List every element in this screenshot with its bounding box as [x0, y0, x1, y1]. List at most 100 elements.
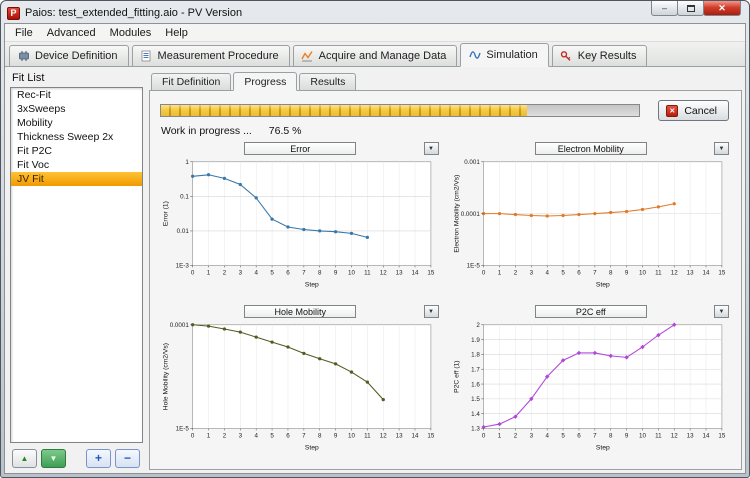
main-tab-strip: Device Definition Measurement Procedure Ac…: [5, 42, 745, 67]
chart-block-error: Error ▼ 0 1 2 3 4 5 6 7 8 9 10 11 12 13 14 15 1 0.1 0.01 1E-3…: [160, 141, 441, 300]
cancel-label: Cancel: [684, 104, 717, 117]
procedure-icon: [140, 50, 153, 63]
key-results-icon: [560, 50, 573, 63]
svg-text:1: 1: [497, 270, 501, 277]
svg-text:2: 2: [223, 270, 227, 277]
svg-text:13: 13: [686, 433, 693, 440]
minimize-button[interactable]: –: [651, 1, 678, 16]
chart-block-p2c-eff: P2C eff ▼ 0 1 2 3 4 5 6 7 8 9 10 11 12 13 14 15 2 1.9 1.8 1.7…: [451, 304, 732, 463]
chart-plot-electron-mobility: 0 1 2 3 4 5 6 7 8 9 10 11 12 13 14 150.0010.00011E-5Ste…: [453, 159, 725, 289]
fit-list-item-rec-fit[interactable]: Rec-Fit: [11, 88, 142, 102]
acquire-data-icon: [301, 50, 314, 63]
close-button[interactable]: ✕: [703, 1, 741, 16]
tab-label: Key Results: [577, 50, 637, 62]
tab-device-definition[interactable]: Device Definition: [9, 45, 129, 66]
svg-text:2: 2: [476, 322, 480, 329]
menu-file[interactable]: File: [8, 26, 40, 40]
svg-text:Hole Mobility (cm2/Vs): Hole Mobility (cm2/Vs): [163, 343, 170, 410]
progress-fill: [161, 105, 527, 116]
progress-row: ✕ Cancel: [150, 91, 741, 121]
svg-text:12: 12: [380, 433, 387, 440]
chart-selector-dropdown-icon[interactable]: ▼: [423, 142, 439, 155]
chart-selector-dropdown-icon[interactable]: ▼: [714, 305, 729, 318]
svg-text:0: 0: [481, 433, 485, 440]
svg-text:13: 13: [396, 270, 403, 277]
svg-text:11: 11: [364, 270, 371, 277]
move-down-button[interactable]: ▼: [41, 448, 66, 468]
up-arrow-icon: ▲: [20, 453, 29, 463]
menu-modules[interactable]: Modules: [103, 26, 159, 40]
charts-grid: Error ▼ 0 1 2 3 4 5 6 7 8 9 10 11 12 13 14 15 1 0.1 0.01 1E-3…: [150, 138, 741, 469]
chart-head-electron-mobility: Electron Mobility ▼: [451, 141, 732, 156]
chart-plot-error: 0 1 2 3 4 5 6 7 8 9 10 11 12 13 14 1510.10.011E-3StepEr…: [163, 159, 435, 289]
simulation-panel: Fit Definition Progress Results ✕ Cancel W…: [143, 71, 742, 470]
fit-list-item-fit-p2c[interactable]: Fit P2C: [11, 144, 142, 158]
svg-text:11: 11: [655, 433, 662, 440]
tab-key-results[interactable]: Key Results: [551, 45, 648, 66]
svg-text:7: 7: [302, 270, 306, 277]
fit-list-item-jv-fit[interactable]: JV Fit: [11, 172, 142, 186]
svg-text:8: 8: [318, 270, 322, 277]
chart-selector-hole-mobility[interactable]: Hole Mobility: [244, 305, 357, 318]
subtab-fit-definition[interactable]: Fit Definition: [151, 73, 232, 90]
menu-help[interactable]: Help: [158, 26, 195, 40]
svg-text:7: 7: [593, 270, 597, 277]
svg-text:4: 4: [254, 433, 258, 440]
svg-text:0.01: 0.01: [177, 228, 190, 235]
fit-list-item-thickness-sweep-2x[interactable]: Thickness Sweep 2x: [11, 130, 142, 144]
svg-text:0.0001: 0.0001: [460, 211, 480, 218]
svg-text:1: 1: [497, 433, 501, 440]
svg-text:14: 14: [702, 270, 709, 277]
chart-selector-electron-mobility[interactable]: Electron Mobility: [534, 142, 647, 155]
add-fit-button[interactable]: +: [86, 448, 111, 468]
fit-list-item-fit-voc[interactable]: Fit Voc: [11, 158, 142, 172]
tab-label: Measurement Procedure: [157, 50, 279, 62]
svg-text:15: 15: [718, 433, 725, 440]
svg-text:0: 0: [191, 433, 195, 440]
svg-text:1.3: 1.3: [471, 426, 480, 433]
chart-selector-dropdown-icon[interactable]: ▼: [423, 305, 439, 318]
svg-text:9: 9: [624, 433, 628, 440]
chart-selector-p2c-eff[interactable]: P2C eff: [534, 305, 647, 318]
app-body: File Advanced Modules Help Device Definitio…: [4, 23, 746, 474]
move-up-button[interactable]: ▲: [12, 448, 37, 468]
svg-text:5: 5: [270, 433, 274, 440]
chart-selector-error[interactable]: Error: [244, 142, 357, 155]
maximize-button[interactable]: [677, 1, 704, 16]
chart-selector-dropdown-icon[interactable]: ▼: [714, 142, 729, 155]
svg-text:10: 10: [348, 433, 355, 440]
svg-text:12: 12: [670, 270, 677, 277]
svg-text:Error (1): Error (1): [163, 201, 170, 226]
tab-measurement-procedure[interactable]: Measurement Procedure: [131, 45, 290, 66]
svg-text:15: 15: [427, 270, 434, 277]
fit-list-panel: Fit List Rec-Fit 3xSweeps Mobility Thicknes…: [10, 71, 143, 470]
subtab-results[interactable]: Results: [299, 73, 357, 90]
svg-text:1: 1: [207, 433, 211, 440]
svg-text:5: 5: [270, 270, 274, 277]
menu-advanced[interactable]: Advanced: [40, 26, 103, 40]
remove-fit-button[interactable]: −: [115, 448, 140, 468]
svg-text:1.9: 1.9: [471, 337, 480, 344]
svg-text:9: 9: [334, 270, 338, 277]
svg-text:0: 0: [191, 270, 195, 277]
fit-list-label: Fit List: [12, 72, 45, 84]
cancel-button[interactable]: ✕ Cancel: [658, 100, 729, 121]
tab-simulation[interactable]: Simulation: [460, 43, 549, 67]
svg-text:3: 3: [239, 270, 243, 277]
svg-text:0.001: 0.001: [464, 159, 480, 166]
fit-list-item-mobility[interactable]: Mobility: [11, 116, 142, 130]
fit-list-item-3xsweeps[interactable]: 3xSweeps: [11, 102, 142, 116]
svg-text:14: 14: [412, 433, 419, 440]
window-title: Paios: test_extended_fitting.aio - PV Ve…: [25, 7, 243, 19]
svg-text:10: 10: [639, 270, 646, 277]
svg-text:Step: Step: [595, 282, 609, 289]
svg-text:0.1: 0.1: [180, 194, 189, 201]
svg-text:11: 11: [655, 270, 662, 277]
svg-text:14: 14: [702, 433, 709, 440]
tab-label: Device Definition: [35, 50, 118, 62]
maximize-icon: [686, 4, 695, 12]
svg-text:6: 6: [577, 433, 581, 440]
content-area: Fit List Rec-Fit 3xSweeps Mobility Thicknes…: [5, 67, 745, 473]
subtab-progress[interactable]: Progress: [233, 72, 298, 91]
tab-acquire-and-manage-data[interactable]: Acquire and Manage Data: [292, 45, 458, 66]
